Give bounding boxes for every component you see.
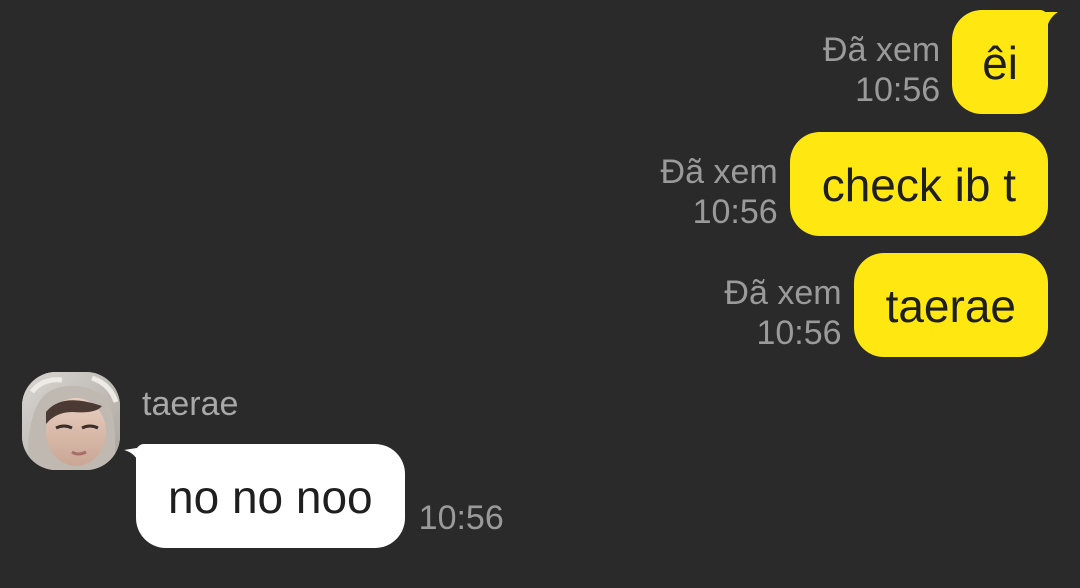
message-time: 10:56: [692, 193, 778, 231]
message-time: 10:56: [855, 71, 941, 109]
chat-thread: Đã xem 10:56 êi Đã xem 10:56 check ib t …: [0, 0, 1080, 588]
message-text: no no noo: [168, 471, 373, 523]
message-text: êi: [982, 37, 1018, 89]
avatar-photo-icon: [22, 372, 120, 470]
read-status: Đã xem: [823, 31, 941, 69]
bubble-tail-icon: [124, 446, 150, 468]
outgoing-bubble[interactable]: êi: [952, 10, 1058, 114]
message-meta: Đã xem 10:56: [724, 273, 841, 353]
message-meta: Đã xem 10:56: [661, 152, 778, 232]
outgoing-bubble[interactable]: taerae: [853, 253, 1048, 357]
outgoing-message-row: Đã xem 10:56 check ib t: [661, 132, 1048, 236]
outgoing-bubble[interactable]: check ib t: [789, 132, 1048, 236]
sender-avatar[interactable]: [22, 372, 120, 470]
outgoing-message-row: Đã xem 10:56 êi: [823, 10, 1058, 114]
read-status: Đã xem: [724, 274, 842, 312]
message-text: taerae: [885, 280, 1016, 332]
message-time: 10:56: [418, 499, 504, 537]
incoming-bubble[interactable]: no no noo: [124, 444, 405, 548]
read-status: Đã xem: [660, 153, 778, 191]
message-time: 10:56: [756, 314, 842, 352]
message-meta: Đã xem 10:56: [823, 30, 940, 110]
message-text: check ib t: [821, 159, 1016, 211]
sender-name[interactable]: taerae: [142, 384, 238, 424]
bubble-tail-icon: [1034, 12, 1058, 32]
incoming-message-row: no no noo 10:56: [124, 444, 504, 548]
outgoing-message-row: Đã xem 10:56 taerae: [724, 253, 1048, 357]
